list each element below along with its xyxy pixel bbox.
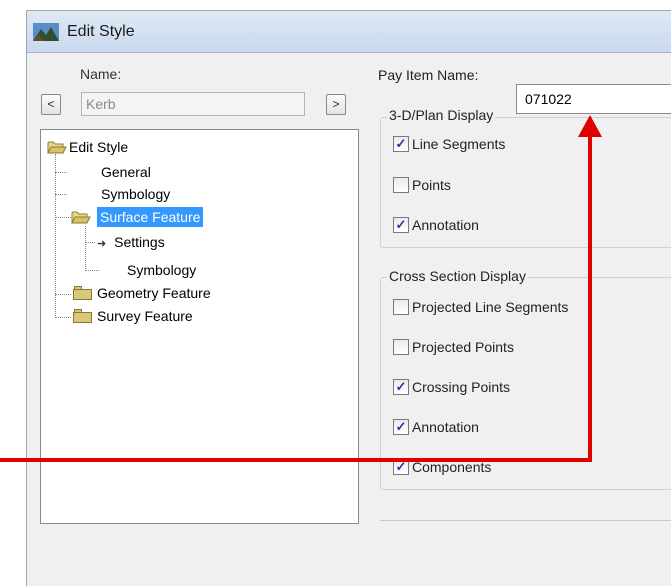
checkbox-projected-line-segments[interactable]: Projected Line Segments (393, 298, 568, 318)
next-style-button[interactable]: > (326, 94, 346, 115)
checkbox-annotation-plan[interactable]: ✓ Annotation (393, 216, 479, 236)
checkbox-label: Annotation (412, 217, 479, 233)
tree-item-surface-symbology[interactable]: Symbology (127, 260, 196, 280)
style-name-field[interactable]: Kerb (81, 92, 305, 116)
app-icon (33, 23, 59, 41)
open-folder-icon (71, 211, 91, 224)
tree-item-label: Survey Feature (97, 308, 193, 324)
cross-section-title: Cross Section Display (387, 268, 528, 284)
pay-item-label: Pay Item Name: (378, 67, 479, 83)
divider (380, 520, 671, 521)
previous-style-button[interactable]: < (41, 94, 61, 115)
tree-connector (55, 294, 71, 295)
checkbox-icon (393, 177, 409, 194)
tree-item-settings[interactable]: ➜ Settings (97, 232, 165, 252)
checkbox-line-segments[interactable]: ✓ Line Segments (393, 135, 505, 155)
tree-connector (55, 217, 71, 218)
checkbox-components[interactable]: ✓ Components (393, 458, 491, 478)
checkbox-projected-points[interactable]: Projected Points (393, 338, 514, 358)
name-label: Name: (80, 66, 122, 82)
pay-item-field[interactable]: 071022 (516, 84, 671, 114)
checkbox-icon: ✓ (393, 379, 409, 396)
checkbox-icon (393, 299, 409, 316)
tree-item-label: Surface Feature (97, 207, 204, 227)
checkbox-annotation-cross[interactable]: ✓ Annotation (393, 418, 479, 438)
checkbox-icon: ✓ (393, 217, 409, 234)
tree-item-label: Symbology (101, 186, 171, 202)
checkbox-label: Annotation (412, 419, 479, 435)
tree-connector (85, 226, 86, 271)
tree-connector (55, 317, 71, 318)
window-title: Edit Style (67, 23, 135, 40)
tree-connector (55, 194, 67, 195)
tree-connector (85, 270, 99, 271)
checkbox-icon: ✓ (393, 459, 409, 476)
folder-icon (73, 286, 92, 300)
checkbox-label: Line Segments (412, 136, 506, 152)
checkbox-label: Projected Line Segments (412, 299, 569, 315)
open-folder-icon (47, 141, 67, 154)
folder-icon (73, 309, 92, 323)
tree-connector (85, 242, 95, 243)
tree-connector (55, 172, 67, 173)
checkbox-crossing-points[interactable]: ✓ Crossing Points (393, 378, 510, 398)
checkbox-label: Projected Points (412, 339, 514, 355)
tree-item-label: Symbology (127, 262, 197, 278)
checkbox-label: Points (412, 177, 451, 193)
plan-display-title: 3-D/Plan Display (387, 107, 496, 123)
checkbox-icon (393, 339, 409, 356)
style-tree[interactable]: Edit Style General Symbology Surface Fea… (40, 129, 359, 524)
tree-root-label: Edit Style (69, 139, 129, 155)
title-bar: Edit Style (27, 11, 671, 53)
checkbox-points[interactable]: Points (393, 176, 451, 196)
checkbox-icon: ✓ (393, 136, 409, 153)
tree-item-label: Geometry Feature (97, 285, 211, 301)
tree-item-symbology[interactable]: Symbology (101, 184, 170, 204)
checkbox-icon: ✓ (393, 419, 409, 436)
arrow-right-icon: ➜ (97, 238, 107, 250)
tree-item-general[interactable]: General (101, 162, 151, 182)
checkbox-label: Components (412, 459, 492, 475)
checkbox-label: Crossing Points (412, 379, 511, 395)
tree-item-label: General (101, 164, 151, 180)
tree-item-label: Settings (114, 234, 165, 250)
